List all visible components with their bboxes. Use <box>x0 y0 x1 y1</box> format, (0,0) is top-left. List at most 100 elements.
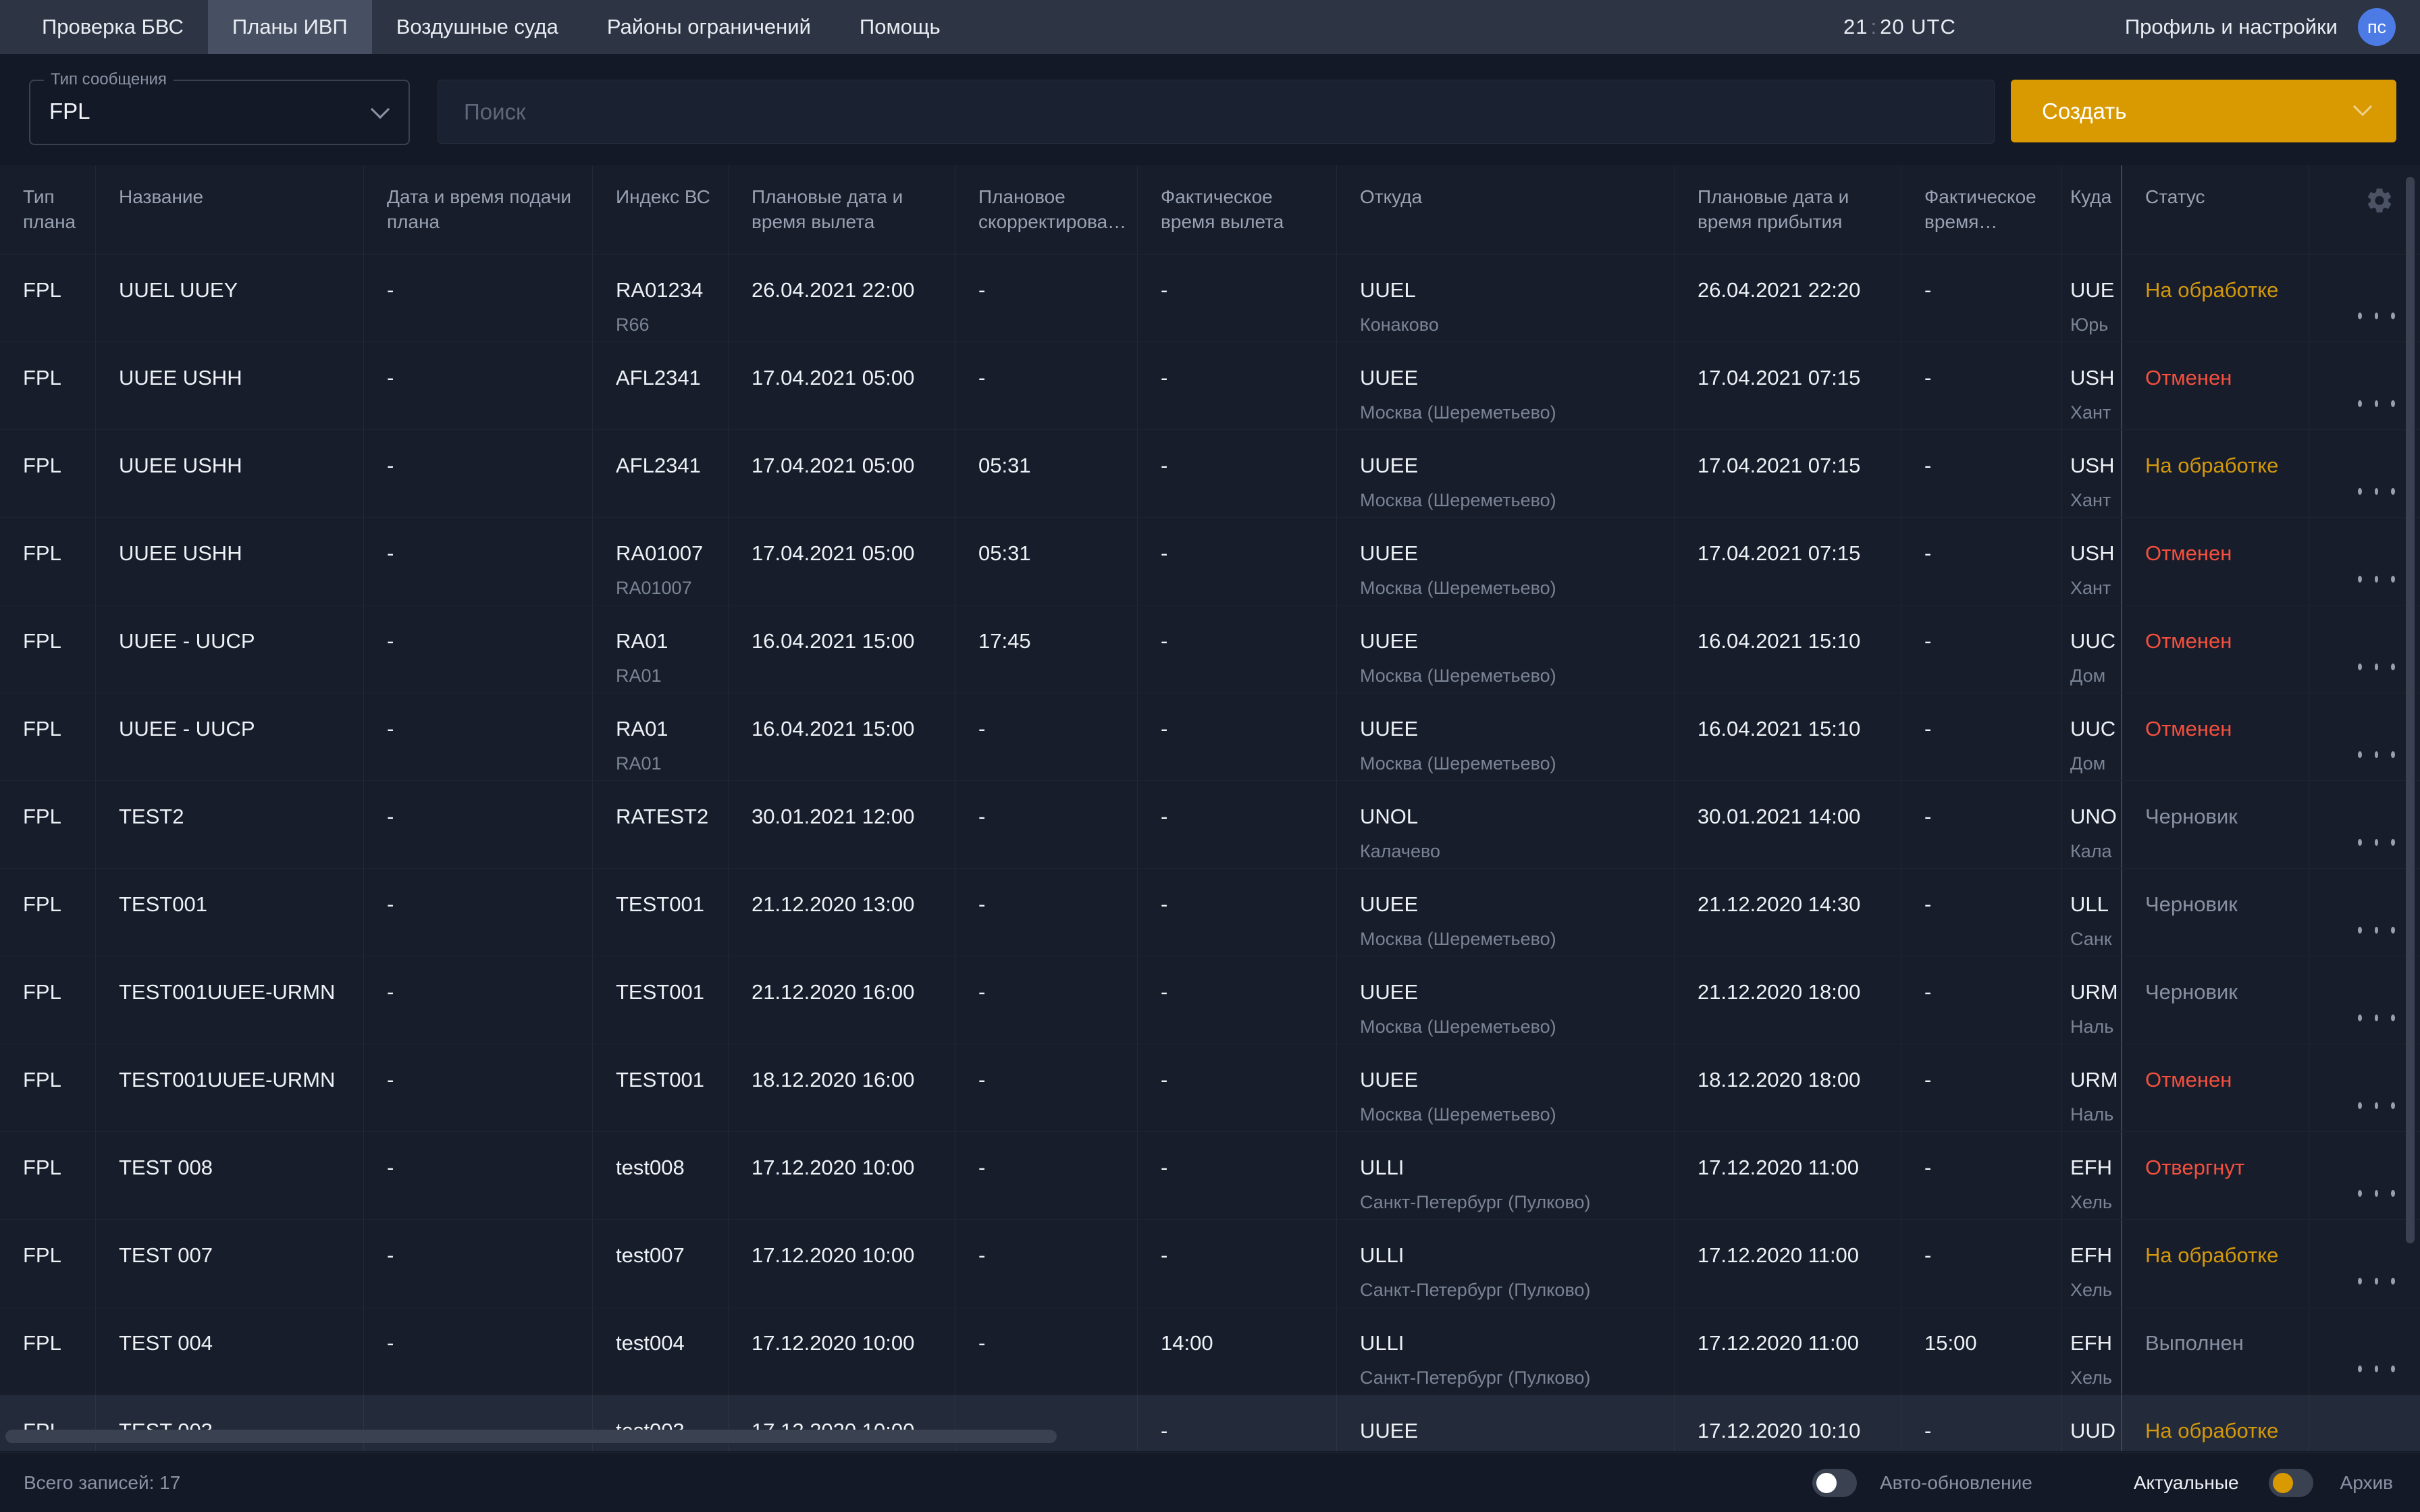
table-row[interactable]: FPL TEST 008 - test008 17.12.2020 10:00 … <box>0 1132 2420 1220</box>
message-type-value: FPL <box>49 99 90 124</box>
table-row[interactable]: FPL UUEE USHH - RA01007RA01007 17.04.202… <box>0 518 2420 605</box>
status-value: Отвергнут <box>2145 1155 2296 1180</box>
row-menu-button[interactable] <box>2332 1067 2408 1109</box>
col-header-actual-departure[interactable]: Фактическое время вылета <box>1138 165 1337 254</box>
col-header-plan-type[interactable]: Тип плана <box>0 165 96 254</box>
cell-planned-corrected: - <box>955 342 1138 429</box>
cell-planned-corrected: - <box>955 693 1138 780</box>
cell-status: Черновик <box>2122 781 2309 868</box>
flight-plans-table: Тип плана Название Дата и время подачи п… <box>0 165 2420 1451</box>
table-row[interactable]: FPL UUEL UUEY - RA01234R66 26.04.2021 22… <box>0 254 2420 342</box>
row-menu-button[interactable] <box>2332 453 2408 495</box>
row-menu-button[interactable] <box>2332 979 2408 1021</box>
col-header-planned-departure[interactable]: Плановые дата и время вылета <box>729 165 955 254</box>
cell-status: Отменен <box>2122 605 2309 693</box>
cell-name: TEST001UUEE-URMN <box>96 956 364 1044</box>
cell-planned-departure: 17.04.2021 05:00 <box>729 342 955 429</box>
col-header-submitted[interactable]: Дата и время подачи плана <box>364 165 593 254</box>
horizontal-scrollbar[interactable] <box>5 1430 1057 1443</box>
row-menu-button[interactable] <box>2332 628 2408 670</box>
table-row[interactable]: FPL TEST 004 - test004 17.12.2020 10:00 … <box>0 1307 2420 1395</box>
cell-aircraft-index: RA01234R66 <box>593 254 729 342</box>
cell-planned-corrected: - <box>955 1132 1138 1219</box>
cell-to: URMНаль <box>2062 956 2122 1044</box>
table-row[interactable]: FPL UUEE USHH - AFL2341 17.04.2021 05:00… <box>0 430 2420 518</box>
status-value: Отменен <box>2145 1067 2296 1092</box>
col-header-name[interactable]: Название <box>96 165 364 254</box>
cell-from: UUELКонаково <box>1337 254 1675 342</box>
auto-refresh-toggle[interactable] <box>1812 1469 1857 1497</box>
cell-to: UUCДом <box>2062 693 2122 780</box>
cell-actual-arrival: - <box>1901 605 2062 693</box>
cell-submitted: - <box>364 518 593 605</box>
row-menu-button[interactable] <box>2332 1155 2408 1197</box>
cell-submitted: - <box>364 956 593 1044</box>
table-row[interactable]: FPL UUEE - UUCP - RA01RA01 16.04.2021 15… <box>0 605 2420 693</box>
col-header-aircraft-index[interactable]: Индекс ВС <box>593 165 729 254</box>
actual-archive-toggle[interactable] <box>2269 1469 2313 1497</box>
cell-to: USHХант <box>2062 430 2122 517</box>
cell-to: EFHХель <box>2062 1132 2122 1219</box>
cell-planned-departure: 21.12.2020 16:00 <box>729 956 955 1044</box>
cell-planned-corrected: 05:31 <box>955 518 1138 605</box>
row-menu-button[interactable] <box>2332 1330 2408 1372</box>
row-menu-button[interactable] <box>2332 716 2408 758</box>
col-header-to[interactable]: Куда <box>2062 165 2122 254</box>
cell-actual-departure: - <box>1138 254 1337 342</box>
table-row[interactable]: FPL TEST 007 - test007 17.12.2020 10:00 … <box>0 1220 2420 1307</box>
cell-name: TEST 004 <box>96 1307 364 1395</box>
cell-planned-departure: 17.04.2021 05:00 <box>729 518 955 605</box>
cell-planned-corrected: - <box>955 869 1138 956</box>
cell-actions <box>2309 342 2420 429</box>
nav-tab-rajony-ogranichenij[interactable]: Районы ограничений <box>583 0 835 54</box>
vertical-scrollbar[interactable] <box>2406 177 2415 1243</box>
message-type-select[interactable]: Тип сообщения FPL <box>29 80 410 145</box>
col-header-planned-arrival[interactable]: Плановые дата и время прибытия <box>1675 165 1901 254</box>
cell-status: Отвергнут <box>2122 1132 2309 1219</box>
cell-aircraft-index: test004 <box>593 1307 729 1395</box>
col-header-status[interactable]: Статус <box>2122 165 2309 254</box>
cell-from: UUEEМосква (Шереметьево) <box>1337 342 1675 429</box>
col-header-actual-arrival[interactable]: Фактическое время… <box>1901 165 2062 254</box>
cell-to: UUD <box>2062 1395 2122 1451</box>
avatar[interactable]: пс <box>2358 8 2396 46</box>
actual-label: Актуальные <box>2134 1472 2239 1494</box>
row-menu-button[interactable] <box>2332 277 2408 319</box>
cell-from: ULLIСанкт-Петербург (Пулково) <box>1337 1307 1675 1395</box>
table-row[interactable]: FPL TEST001UUEE-URMN - TEST001 21.12.202… <box>0 956 2420 1044</box>
cell-planned-arrival: 17.04.2021 07:15 <box>1675 430 1901 517</box>
row-menu-button[interactable] <box>2332 365 2408 407</box>
row-menu-button[interactable] <box>2332 804 2408 846</box>
col-header-planned-corrected[interactable]: Плановое скорректирова… <box>955 165 1138 254</box>
cell-planned-departure: 16.04.2021 15:00 <box>729 693 955 780</box>
cell-status: Отменен <box>2122 1044 2309 1131</box>
nav-tab-vozdushnye-suda[interactable]: Воздушные суда <box>372 0 583 54</box>
table-row[interactable]: FPL TEST001 - TEST001 21.12.2020 13:00 -… <box>0 869 2420 956</box>
row-menu-button[interactable] <box>2332 541 2408 583</box>
table-row[interactable]: FPL TEST2 - RATEST2 30.01.2021 12:00 - -… <box>0 781 2420 869</box>
table-row[interactable]: FPL UUEE - UUCP - RA01RA01 16.04.2021 15… <box>0 693 2420 781</box>
cell-plan-type: FPL <box>0 430 96 517</box>
table-row[interactable]: FPL UUEE USHH - AFL2341 17.04.2021 05:00… <box>0 342 2420 430</box>
col-header-from[interactable]: Откуда <box>1337 165 1675 254</box>
cell-actual-arrival: - <box>1901 869 2062 956</box>
status-value: Отменен <box>2145 365 2296 390</box>
cell-planned-arrival: 26.04.2021 22:20 <box>1675 254 1901 342</box>
cell-name: TEST001UUEE-URMN <box>96 1044 364 1131</box>
search-input[interactable] <box>438 80 1994 143</box>
cell-aircraft-index: TEST001 <box>593 1044 729 1131</box>
row-menu-button[interactable] <box>2332 1418 2408 1451</box>
cell-actual-arrival: - <box>1901 254 2062 342</box>
nav-tab-pomosch[interactable]: Помощь <box>835 0 965 54</box>
toggle-knob <box>2273 1473 2293 1493</box>
row-menu-button[interactable] <box>2332 1243 2408 1285</box>
clock-colon: : <box>1868 15 1880 38</box>
table-row[interactable]: FPL TEST001UUEE-URMN - TEST001 18.12.202… <box>0 1044 2420 1132</box>
cell-planned-arrival: 17.04.2021 07:15 <box>1675 342 1901 429</box>
gear-icon[interactable] <box>2365 186 2394 215</box>
create-button[interactable]: Создать <box>2011 80 2396 142</box>
profile-settings-link[interactable]: Профиль и настройки <box>2125 15 2338 39</box>
nav-tab-proverka-bvs[interactable]: Проверка БВС <box>18 0 208 54</box>
nav-tab-plany-ivp[interactable]: Планы ИВП <box>208 0 372 54</box>
row-menu-button[interactable] <box>2332 892 2408 934</box>
